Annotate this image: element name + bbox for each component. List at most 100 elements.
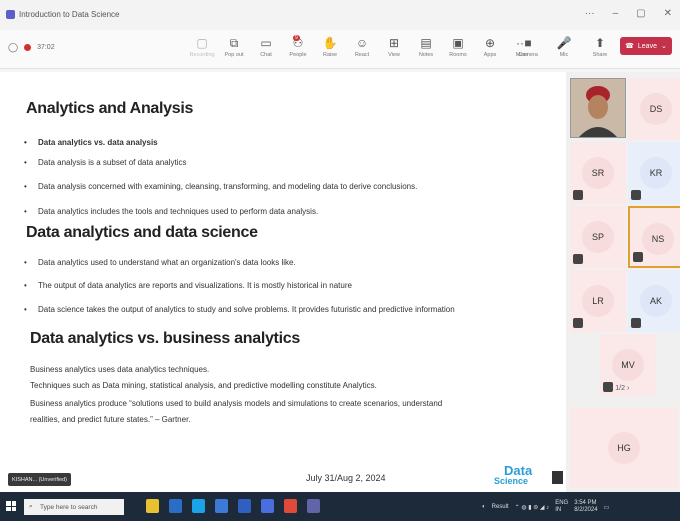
app-icon-teams[interactable] bbox=[307, 499, 320, 513]
slide-paragraph: Techniques such as Data mining, statisti… bbox=[30, 381, 377, 390]
notes-button[interactable]: ▤ Notes bbox=[410, 35, 442, 58]
minimize-button[interactable]: – bbox=[613, 8, 619, 19]
tool-label: Pop out bbox=[224, 52, 244, 58]
slide-heading-2: Data analytics and data science bbox=[26, 224, 258, 241]
recording-button[interactable]: ▢ Recording bbox=[186, 35, 218, 58]
rooms-button[interactable]: ▣ Rooms bbox=[442, 35, 474, 58]
leave-button[interactable]: ☎ Leave ⌄ bbox=[620, 37, 672, 55]
slide-bullet: Data science takes the output of analyti… bbox=[24, 305, 455, 314]
muted-mic-icon bbox=[573, 318, 583, 328]
participant-tile[interactable]: SP bbox=[570, 206, 626, 268]
tool-label: Notes bbox=[418, 52, 434, 58]
participants-pager[interactable]: ‹ 1/2 › bbox=[611, 385, 629, 392]
slide-heading-1: Analytics and Analysis bbox=[26, 100, 194, 117]
participant-avatar: SR bbox=[582, 157, 614, 189]
raise-hand-button[interactable]: ✋ Raise bbox=[314, 35, 346, 58]
share-icon: ⬆ bbox=[594, 36, 606, 50]
tool-label: Rooms bbox=[449, 52, 467, 58]
tool-label: Raise bbox=[322, 52, 338, 58]
tray-icons[interactable]: ⌃ ◍ ▮ ⊜ ◢ ♪ bbox=[515, 504, 550, 511]
chat-icon: ▭ bbox=[260, 36, 272, 50]
participant-avatar: SP bbox=[582, 221, 614, 253]
shield-icon: ◯ bbox=[8, 42, 19, 52]
tool-label: People bbox=[289, 52, 307, 58]
participant-tile[interactable]: SR bbox=[570, 142, 626, 204]
taskbar-search-input[interactable]: ⌕ Type here to search bbox=[24, 499, 124, 515]
app-icon-store[interactable] bbox=[215, 499, 228, 513]
muted-mic-icon bbox=[631, 190, 641, 200]
logo-text-bottom: Science bbox=[494, 476, 529, 486]
participant-avatar: AK bbox=[640, 285, 672, 317]
phone-icon: ☎ bbox=[625, 43, 634, 50]
toolbar-tools: ▢ Recording ⧉ Pop out ▭ Chat ⚇ People ✋ Raise ☺ Rea… bbox=[186, 35, 538, 58]
windows-start-icon[interactable] bbox=[6, 501, 16, 511]
tool-label: Mic bbox=[559, 52, 569, 58]
slide-paragraph: realities, and predict future states.” –… bbox=[30, 415, 191, 424]
pop-out-button[interactable]: ⧉ Pop out bbox=[218, 35, 250, 58]
participant-avatar: NS bbox=[642, 223, 674, 255]
weather-label[interactable]: Result bbox=[492, 504, 509, 510]
camera-button[interactable]: ■ Camera bbox=[510, 35, 546, 58]
participant-avatar: DS bbox=[640, 93, 672, 125]
participant-tile[interactable]: LR bbox=[570, 270, 626, 332]
muted-mic-icon bbox=[633, 252, 643, 262]
next-page-icon[interactable]: › bbox=[625, 385, 629, 392]
more-window-button[interactable]: ··· bbox=[585, 8, 595, 19]
language-indicator[interactable]: ENG IN bbox=[555, 500, 568, 514]
camera-icon: ■ bbox=[524, 36, 532, 50]
muted-mic-icon bbox=[631, 318, 641, 328]
logo-text-top: Data bbox=[504, 463, 533, 478]
app-icon-mail[interactable] bbox=[238, 499, 251, 513]
media-controls: ■ Camera 🎤 Mic ⬆ Share bbox=[510, 35, 618, 58]
app-icon-chrome[interactable] bbox=[284, 499, 297, 513]
slide-bullet: Data analysis is a subset of data analyt… bbox=[24, 158, 187, 167]
apps-button[interactable]: ⊕ Apps bbox=[474, 35, 506, 58]
slide-date: July 31/Aug 2, 2024 bbox=[306, 473, 386, 483]
slide-bullet: Data analytics vs. data analysis bbox=[24, 138, 158, 147]
mic-icon: 🎤 bbox=[556, 36, 572, 50]
participant-tile[interactable]: NS bbox=[628, 206, 680, 268]
close-button[interactable]: ✕ bbox=[664, 8, 672, 19]
participant-avatar: HG bbox=[608, 432, 640, 464]
weather-icon[interactable]: ◐ bbox=[482, 504, 486, 510]
view-icon: ⊞ bbox=[388, 36, 400, 50]
rooms-icon: ▣ bbox=[452, 36, 464, 50]
react-icon: ☺ bbox=[355, 36, 369, 50]
apps-icon: ⊕ bbox=[484, 36, 496, 50]
window-title: Introduction to Data Science bbox=[19, 10, 120, 19]
slide-bullet: Data analysis concerned with examining, … bbox=[24, 182, 417, 191]
self-video-tile[interactable] bbox=[570, 78, 626, 138]
mic-button[interactable]: 🎤 Mic bbox=[546, 35, 582, 58]
slide-paragraph: Business analytics uses data analytics t… bbox=[30, 365, 210, 374]
maximize-button[interactable]: ▢ bbox=[636, 8, 645, 19]
participant-tile[interactable]: DS bbox=[628, 78, 680, 140]
presenter-name-tag: KISHAN... (Unverified) bbox=[8, 473, 72, 486]
people-badge: 9 bbox=[293, 35, 300, 41]
participant-tile[interactable]: AK bbox=[628, 270, 680, 332]
tool-label: Apps bbox=[483, 52, 497, 58]
title-bar: Introduction to Data Science ··· – ▢ ✕ bbox=[0, 0, 680, 31]
clock[interactable]: 3:54 PM 8/2/2024 bbox=[574, 500, 597, 514]
slide-bullet: Data analytics used to understand what a… bbox=[24, 258, 296, 267]
view-button[interactable]: ⊞ View bbox=[378, 35, 410, 58]
taskbar-apps bbox=[146, 499, 320, 513]
react-button[interactable]: ☺ React bbox=[346, 35, 378, 58]
participant-tile[interactable]: KR bbox=[628, 142, 680, 204]
participant-tile[interactable]: HG bbox=[570, 408, 678, 488]
app-icon-files[interactable] bbox=[146, 499, 159, 513]
tool-label: Camera bbox=[518, 52, 538, 58]
chevron-down-icon[interactable]: ⌄ bbox=[661, 42, 667, 50]
chat-button[interactable]: ▭ Chat bbox=[250, 35, 282, 58]
share-button[interactable]: ⬆ Share bbox=[582, 35, 618, 58]
app-icon-edge[interactable] bbox=[192, 499, 205, 513]
tool-label: Recording bbox=[189, 52, 215, 58]
search-icon: ⌕ bbox=[29, 503, 33, 510]
tool-label: View bbox=[388, 52, 400, 58]
app-icon-outlook[interactable] bbox=[261, 499, 274, 513]
muted-mic-icon bbox=[573, 254, 583, 264]
recording-icon: ▢ bbox=[196, 36, 208, 50]
app-icon-task-view[interactable] bbox=[169, 499, 182, 513]
data-science-logo: Data Science bbox=[494, 463, 533, 486]
tool-label: React bbox=[354, 52, 370, 58]
notifications-icon[interactable]: ▭ bbox=[604, 504, 610, 511]
